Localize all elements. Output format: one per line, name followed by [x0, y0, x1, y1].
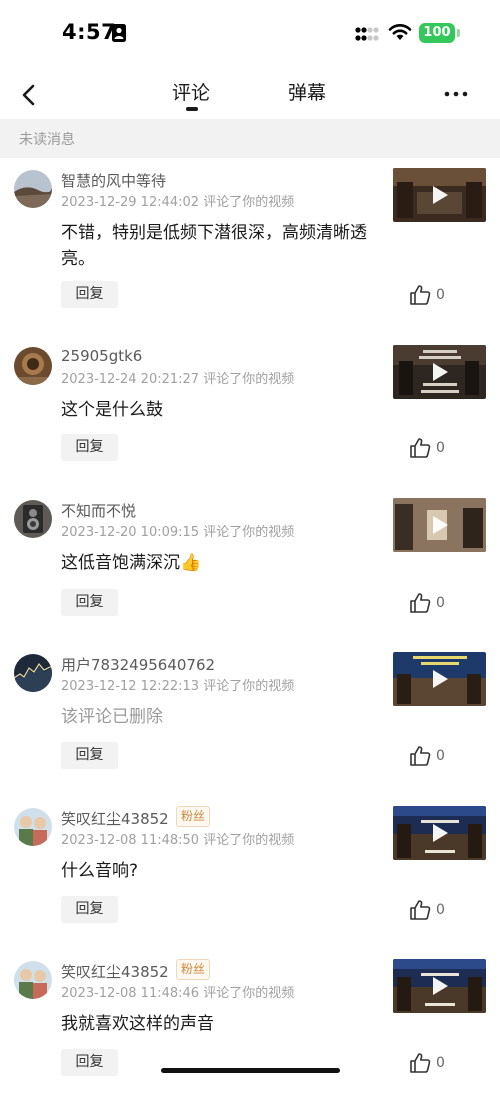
comment-meta: 2023-12-20 10:09:15 评论了你的视频 [61, 525, 295, 540]
thumbs-up-emoji: 👍 [180, 553, 202, 573]
video-thumbnail[interactable] [393, 345, 486, 399]
reply-button[interactable]: 回复 [61, 742, 118, 769]
thumbs-up-icon[interactable] [409, 437, 431, 459]
avatar[interactable] [14, 347, 52, 385]
reply-button[interactable]: 回复 [61, 896, 118, 923]
thumbs-up-icon[interactable] [409, 284, 431, 306]
nav-bar: 评论 弹幕 [0, 66, 500, 118]
comment-username[interactable]: 笑叹红尘43852 [61, 961, 169, 982]
tab-comments[interactable]: 评论 [172, 78, 210, 105]
comment-text: 这低音饱满深沉 [61, 553, 180, 573]
comment-item: 不知而不悦 2023-12-20 10:09:15 评论了你的视频 这低音饱满深… [0, 490, 500, 644]
unread-section-header: 未读消息 [0, 119, 500, 158]
comment-text-deleted: 该评论已删除 [61, 707, 163, 727]
play-icon [433, 824, 448, 842]
avatar[interactable] [14, 170, 52, 208]
avatar[interactable] [14, 500, 52, 538]
thumbs-up-icon[interactable] [409, 745, 431, 767]
reply-button[interactable]: 回复 [61, 434, 118, 461]
section-title: 未读消息 [19, 132, 75, 148]
video-thumbnail[interactable] [393, 498, 486, 552]
comment-item: 用户7832495640762 2023-12-12 12:22:13 评论了你… [0, 644, 500, 798]
comment-username[interactable]: 不知而不悦 [61, 500, 136, 521]
comment-item: 笑叹红尘43852 粉丝 2023-12-08 11:48:46 评论了你的视频… [0, 951, 500, 1105]
status-time: 4:57 [62, 20, 117, 44]
like-count: 0 [436, 1055, 445, 1071]
comment-text: 不错，特别是低频下潜很深，高频清晰透亮。 [61, 223, 367, 269]
comment-meta: 2023-12-29 12:44:02 评论了你的视频 [61, 195, 295, 210]
more-horizontal-icon[interactable] [443, 80, 469, 106]
avatar[interactable] [14, 654, 52, 692]
comment-text: 我就喜欢这样的声音 [61, 1014, 214, 1034]
thumbs-up-icon[interactable] [409, 1052, 431, 1074]
thumbs-up-icon[interactable] [409, 899, 431, 921]
comment-username[interactable]: 25905gtk6 [61, 347, 142, 365]
like-count: 0 [436, 902, 445, 918]
comment-text: 这个是什么鼓 [61, 400, 163, 420]
comment-meta: 2023-12-08 11:48:50 评论了你的视频 [61, 833, 295, 848]
battery-indicator: 100 [419, 23, 455, 43]
like-count: 0 [436, 287, 445, 303]
video-thumbnail[interactable] [393, 652, 486, 706]
play-icon [433, 186, 448, 204]
comment-item: 笑叹红尘43852 粉丝 2023-12-08 11:48:50 评论了你的视频… [0, 798, 500, 952]
chevron-left-icon[interactable] [14, 80, 44, 110]
comment-meta: 2023-12-24 20:21:27 评论了你的视频 [61, 372, 295, 387]
comment-item: 智慧的风中等待 2023-12-29 12:44:02 评论了你的视频 不错，特… [0, 160, 500, 314]
tab-danmaku[interactable]: 弹幕 [288, 78, 326, 105]
play-icon [433, 977, 448, 995]
fan-badge: 粉丝 [176, 959, 211, 980]
active-tab-indicator [186, 107, 198, 111]
thumbs-up-icon[interactable] [409, 592, 431, 614]
cellular-signal-icon [355, 27, 379, 41]
avatar[interactable] [14, 808, 52, 846]
comment-meta: 2023-12-08 11:48:46 评论了你的视频 [61, 986, 295, 1001]
like-count: 0 [436, 440, 445, 456]
reply-button[interactable]: 回复 [61, 1049, 118, 1076]
comment-item: 25905gtk6 2023-12-24 20:21:27 评论了你的视频 这个… [0, 337, 500, 491]
comment-meta: 2023-12-12 12:22:13 评论了你的视频 [61, 679, 295, 694]
play-icon [433, 516, 448, 534]
play-icon [433, 670, 448, 688]
reply-button[interactable]: 回复 [61, 281, 118, 308]
video-thumbnail[interactable] [393, 806, 486, 860]
like-count: 0 [436, 595, 445, 611]
wifi-icon [388, 24, 412, 40]
comment-username[interactable]: 用户7832495640762 [61, 654, 215, 675]
comment-username[interactable]: 智慧的风中等待 [61, 170, 166, 191]
person-badge-icon [112, 24, 126, 42]
video-thumbnail[interactable] [393, 168, 486, 222]
reply-button[interactable]: 回复 [61, 589, 118, 616]
like-count: 0 [436, 748, 445, 764]
status-bar: 4:57 100 [0, 0, 500, 66]
comment-text-wrapper: 这低音饱满深沉👍 [61, 550, 386, 576]
comment-text: 什么音响? [61, 861, 139, 881]
comment-username[interactable]: 笑叹红尘43852 [61, 808, 169, 829]
fan-badge: 粉丝 [176, 806, 211, 827]
avatar[interactable] [14, 961, 52, 999]
battery-cap [457, 29, 460, 37]
video-thumbnail[interactable] [393, 959, 486, 1013]
play-icon [433, 363, 448, 381]
home-indicator[interactable] [161, 1068, 340, 1073]
